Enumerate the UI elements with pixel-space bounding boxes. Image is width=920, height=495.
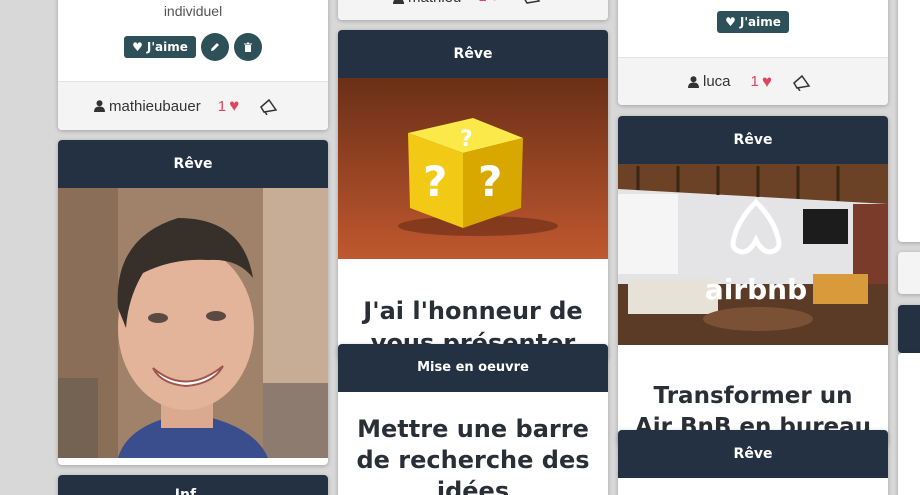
user-icon <box>688 75 699 88</box>
like-button[interactable]: ♥ J'aime <box>717 11 789 33</box>
idea-card-partial-3: Rêve <box>618 430 888 495</box>
person-portrait-image <box>58 188 328 458</box>
card-category: Rêve <box>58 140 328 188</box>
card-title[interactable]: Mettre une barre de recherche des idées <box>356 414 590 495</box>
question-block-image: ? ? ? <box>338 78 608 259</box>
svg-text:?: ? <box>423 157 447 206</box>
like-count: 1 ♥ <box>478 0 499 6</box>
idea-card-airbnb: Rêve airbnb Transformer un Air BnB en bu… <box>618 116 888 446</box>
card-category: Rêve <box>618 430 888 478</box>
author-name: mathieu <box>408 0 461 6</box>
svg-text:?: ? <box>460 127 473 152</box>
heart-icon: ♥ <box>132 40 143 54</box>
idea-card-edge-top <box>898 0 920 242</box>
card-category: Rêve <box>618 116 888 164</box>
like-button-label: J'aime <box>146 40 188 54</box>
like-button-label: J'aime <box>739 15 781 29</box>
edit-button[interactable] <box>200 33 229 61</box>
heart-icon: ♥ <box>490 0 500 6</box>
card-category: Rêve <box>338 30 608 78</box>
megaphone-icon <box>524 0 541 4</box>
heart-icon: ♥ <box>725 15 736 29</box>
megaphone-icon <box>793 74 811 91</box>
author[interactable]: mathieubauer <box>94 98 201 115</box>
megaphone-button[interactable] <box>792 73 812 91</box>
megaphone-button[interactable] <box>522 0 542 6</box>
card-footer: luca 1 ♥ <box>618 57 888 105</box>
like-count: 1 ♥ <box>751 72 772 92</box>
svg-text:?: ? <box>478 157 502 206</box>
idea-card-luca: ♥ J'aime luca 1 ♥ <box>618 0 888 105</box>
delete-button[interactable] <box>233 33 262 61</box>
author-name: mathieubauer <box>109 97 201 115</box>
airbnb-logo-text: airbnb <box>705 273 807 306</box>
idea-card-edge-bottom <box>898 305 920 353</box>
idea-card-mathieubauer: individuel ♥ J'aime mathieubauer 1 ♥ <box>58 0 328 130</box>
heart-icon: ♥ <box>761 71 772 91</box>
like-count-value: 1 <box>478 0 486 5</box>
heart-icon: ♥ <box>229 96 240 115</box>
like-button[interactable]: ♥ J'aime <box>124 36 196 58</box>
idea-card-partial: Inf... <box>58 475 328 495</box>
card-text-snippet: individuel <box>163 3 223 19</box>
author[interactable]: mathieu <box>393 0 461 6</box>
user-icon <box>393 0 404 4</box>
card-image[interactable]: airbnb <box>618 164 888 345</box>
like-count: 1 ♥ <box>218 96 239 116</box>
card-category: Inf... <box>58 475 328 495</box>
author-name: luca <box>703 73 731 90</box>
author[interactable]: luca <box>688 73 731 90</box>
idea-card-search-bar: Mise en oeuvre Mettre une barre de reche… <box>338 344 608 495</box>
like-count-value: 1 <box>750 73 759 90</box>
megaphone-icon <box>260 98 278 115</box>
megaphone-button[interactable] <box>259 97 279 115</box>
card-category: Mise en oeuvre <box>338 344 608 392</box>
idea-card-mathieu: mathieu 1 ♥ <box>338 0 608 20</box>
idea-card-portrait: Rêve <box>58 140 328 465</box>
user-icon <box>94 100 105 112</box>
pencil-icon <box>210 43 219 51</box>
card-image[interactable]: ? ? ? <box>338 78 608 259</box>
idea-card-question-block: Rêve ? ? ? J'ai l'honneur de vous présen… <box>338 30 608 360</box>
airbnb-office-image: airbnb <box>618 164 888 345</box>
idea-card-edge-middle <box>898 252 920 294</box>
card-image[interactable] <box>58 188 328 458</box>
like-count-value: 1 <box>217 97 227 115</box>
card-footer: mathieu 1 ♥ <box>338 0 608 20</box>
card-footer: mathieubauer 1 ♥ <box>58 81 328 130</box>
idea-card-edge-lower <box>898 353 920 495</box>
trash-icon <box>243 42 252 52</box>
